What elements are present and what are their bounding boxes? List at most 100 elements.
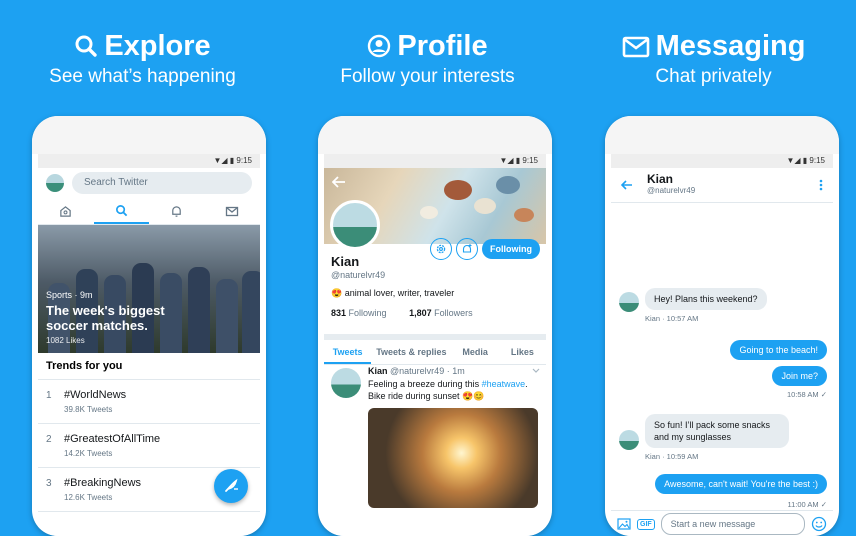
search-icon	[75, 35, 98, 57]
tweet-author: Kian	[368, 366, 388, 376]
emoji-icon[interactable]	[811, 516, 827, 532]
following-button[interactable]: Following	[482, 239, 540, 259]
compose-bar: GIF Start a new message	[611, 510, 833, 536]
tweet-image[interactable]	[368, 408, 538, 508]
tweet-text-part: Feeling a breeze during this	[368, 379, 482, 389]
message-timestamp: 10:58 AM ✓	[786, 390, 827, 399]
tab-media[interactable]: Media	[452, 340, 499, 364]
bell-plus-icon	[462, 244, 472, 253]
trend-tag: #WorldNews	[64, 389, 127, 401]
trend-count: 12.6K Tweets	[64, 493, 113, 502]
explore-screen: ▼◢ ▮ 9:15 Search Twitter Sports · 9m The…	[38, 154, 260, 536]
tab-messages[interactable]	[205, 198, 261, 224]
status-time: 9:15	[236, 156, 252, 165]
profile-actions: Following	[430, 238, 540, 260]
message-bubble[interactable]: Hey! Plans this weekend?	[645, 288, 767, 310]
avatar[interactable]	[46, 174, 64, 192]
story-headline: The week's biggest soccer matches.	[46, 303, 165, 333]
message-input[interactable]: Start a new message	[660, 513, 805, 535]
profile-subtitle: Follow your interests	[340, 66, 515, 87]
bell-icon	[172, 205, 182, 217]
profile-phone: ▼◢ ▮ 9:15 Following Kian @naturelvr49 😍 …	[318, 116, 552, 536]
search-icon	[115, 204, 128, 216]
explore-phone: ▼◢ ▮ 9:15 Search Twitter Sports · 9m The…	[32, 116, 266, 536]
mail-icon	[622, 36, 649, 58]
message-bubble[interactable]: Going to the beach!	[730, 340, 827, 360]
featured-story-text: Sports · 9m The week's biggest soccer ma…	[46, 290, 176, 345]
tweet[interactable]: Kian @naturelvr49 · 1m Feeling a breeze …	[324, 366, 546, 508]
status-bar: ▼◢ ▮ 9:15	[324, 154, 546, 168]
search-row: Search Twitter	[38, 168, 260, 198]
compose-feather-icon	[225, 478, 238, 492]
trend-count: 14.2K Tweets	[64, 449, 113, 458]
profile-name: Kian	[331, 254, 360, 269]
phone-top	[318, 116, 552, 154]
tweet-text-line2: Bike ride during sunset	[368, 391, 463, 401]
message-bubble[interactable]: So fun! I’ll pack some snacks and my sun…	[645, 414, 789, 448]
message-timestamp: Kian · 10:59 AM	[645, 452, 699, 461]
trends-heading: Trends for you	[38, 353, 260, 380]
sender-avatar	[619, 430, 639, 450]
gif-button[interactable]: GIF	[637, 518, 655, 530]
messaging-title-text: Messaging	[655, 30, 806, 62]
notify-button[interactable]	[456, 238, 478, 260]
message-timestamp: 11:00 AM ✓	[787, 500, 828, 509]
messaging-panel: Messaging Chat privately ▼◢ ▮ 9:15 Kian …	[571, 0, 856, 536]
messaging-phone: ▼◢ ▮ 9:15 Kian @naturelvr49 Hey! Plans t…	[605, 116, 839, 536]
search-input[interactable]: Search Twitter	[72, 172, 252, 194]
following-count: 831	[331, 308, 347, 318]
explore-title-text: Explore	[104, 30, 211, 62]
tweet-text-part: .	[525, 379, 528, 389]
explore-title: Explore	[0, 30, 285, 63]
tab-tweets-replies[interactable]: Tweets & replies	[371, 340, 451, 364]
trend-rank: 3	[46, 478, 52, 489]
status-time: 9:15	[809, 156, 825, 165]
following-stat[interactable]: 831 Following	[331, 308, 387, 318]
back-arrow-icon[interactable]	[332, 176, 346, 188]
tab-tweets[interactable]: Tweets	[324, 340, 372, 364]
story-likes: 1082 Likes	[46, 336, 85, 345]
messaging-title: Messaging	[571, 30, 856, 63]
gear-icon	[436, 244, 446, 254]
conversation-handle: @naturelvr49	[647, 186, 696, 195]
explore-panel: Explore See what’s happening ▼◢ ▮ 9:15 S…	[0, 0, 285, 536]
tweet-text: Feeling a breeze during this #heatwave. B…	[368, 378, 538, 402]
message-bubble[interactable]: Awesome, can't wait! You're the best :)	[655, 474, 827, 494]
tab-home[interactable]	[38, 198, 94, 224]
explore-subtitle: See what’s happening	[49, 66, 236, 87]
tweet-avatar[interactable]	[331, 368, 361, 398]
profile-tab-bar: Tweets Tweets & replies Media Likes	[324, 334, 546, 365]
profile-title: Profile	[285, 30, 570, 63]
trend-rank: 1	[46, 390, 52, 401]
trend-item[interactable]: 1 #WorldNews 39.8K Tweets	[38, 380, 260, 424]
tab-notifications[interactable]	[149, 198, 205, 224]
status-bar: ▼◢ ▮ 9:15	[38, 154, 260, 168]
profile-panel: Profile Follow your interests ▼◢ ▮ 9:15	[285, 0, 570, 536]
trend-item[interactable]: 2 #GreatestOfAllTime 14.2K Tweets	[38, 424, 260, 468]
trend-tag: #BreakingNews	[64, 477, 142, 489]
image-icon[interactable]	[617, 518, 631, 530]
tab-likes[interactable]: Likes	[499, 340, 546, 364]
tweet-header: Kian @naturelvr49 · 1m	[368, 366, 465, 376]
messaging-subtitle: Chat privately	[655, 66, 772, 87]
messaging-screen: ▼◢ ▮ 9:15 Kian @naturelvr49 Hey! Plans t…	[611, 154, 833, 536]
compose-tweet-button[interactable]	[214, 469, 248, 503]
more-options-icon[interactable]	[819, 179, 823, 191]
tab-search[interactable]	[93, 198, 149, 224]
trend-rank: 2	[46, 434, 52, 445]
sender-avatar	[619, 292, 639, 312]
featured-story[interactable]: Sports · 9m The week's biggest soccer ma…	[38, 225, 260, 353]
profile-avatar[interactable]	[330, 200, 380, 250]
message-bubble[interactable]: Join me?	[772, 366, 827, 386]
hashtag-link[interactable]: #heatwave	[482, 379, 526, 389]
chevron-down-icon[interactable]	[532, 368, 540, 374]
explore-tab-bar	[38, 198, 260, 225]
settings-button[interactable]	[430, 238, 452, 260]
phone-top	[32, 116, 266, 154]
followers-stat[interactable]: 1,807 Followers	[409, 308, 473, 318]
mail-icon	[226, 206, 239, 216]
trend-count: 39.8K Tweets	[64, 405, 113, 414]
back-arrow-icon[interactable]	[621, 180, 633, 190]
tweet-meta: @naturelvr49 · 1m	[390, 366, 465, 376]
profile-icon	[368, 34, 391, 58]
